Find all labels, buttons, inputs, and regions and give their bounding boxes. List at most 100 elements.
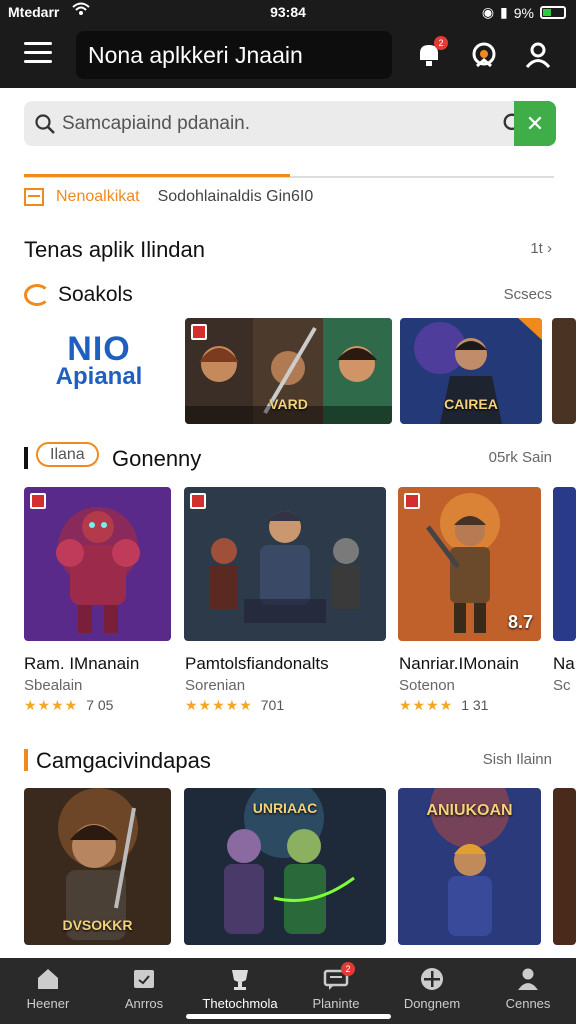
notification-button[interactable]: 2 bbox=[414, 36, 448, 70]
tab-bar: Nenoalkikat Sodohlainaldis Gin6I0 bbox=[24, 186, 313, 208]
art-caption: DVSOKKR bbox=[62, 917, 133, 933]
nav-label: Dongnem bbox=[403, 996, 461, 1011]
nav-label: Cennes bbox=[505, 996, 551, 1011]
home-indicator[interactable] bbox=[186, 1014, 391, 1019]
section-more-label: 1t bbox=[530, 240, 543, 257]
search-bar: ✕ bbox=[24, 101, 556, 146]
section-title: Gonenny bbox=[112, 446, 202, 471]
app-card-image[interactable]: DVSOKKR bbox=[24, 788, 171, 945]
section-more-link[interactable]: Sish Ilainn bbox=[483, 751, 552, 768]
app-card-image[interactable]: ANIUKOAN bbox=[398, 788, 541, 945]
nav-label: Heener bbox=[26, 996, 70, 1011]
featured-icon bbox=[24, 284, 50, 306]
nav-label: Anrros bbox=[124, 996, 164, 1011]
apps-icon bbox=[131, 966, 157, 992]
app-card-image[interactable] bbox=[553, 788, 576, 945]
featured-header: Soakols bbox=[24, 283, 133, 307]
rating-value: 7 05 bbox=[86, 697, 114, 713]
chat-icon: 2 bbox=[323, 962, 355, 992]
nav-profile[interactable]: Cennes bbox=[480, 958, 576, 1024]
app-subtitle: Sc bbox=[553, 677, 571, 694]
chevron-right-icon: › bbox=[547, 240, 552, 257]
featured-banner[interactable]: CAIREA bbox=[400, 318, 542, 424]
app-card-image[interactable] bbox=[24, 487, 171, 641]
app-card-image[interactable]: 8.7 bbox=[398, 487, 541, 641]
tab-indicator bbox=[24, 174, 290, 177]
app-title[interactable]: Nanriar.IMonain bbox=[399, 654, 519, 674]
section-accent bbox=[24, 447, 28, 469]
grid-icon bbox=[24, 188, 44, 206]
app-card-image[interactable]: UNRIAAC bbox=[184, 788, 386, 945]
app-score-badge: 8.7 bbox=[507, 612, 533, 632]
app-top-bar: Mtedarr 93:84 ◉ ▮ 9% Nona aplkkeri Jnaai… bbox=[0, 0, 576, 88]
alarm-icon: ◉ bbox=[481, 4, 495, 20]
app-subtitle: Sorenian bbox=[185, 677, 246, 694]
nav-home[interactable]: Heener bbox=[0, 958, 96, 1024]
trophy-icon bbox=[227, 966, 253, 992]
battery-percent: 9% bbox=[513, 4, 534, 21]
home-icon bbox=[35, 966, 61, 992]
featured-banner[interactable] bbox=[552, 318, 576, 424]
nav-add[interactable]: Dongnem bbox=[384, 958, 480, 1024]
tab-inactive[interactable]: Sodohlainaldis Gin6I0 bbox=[158, 188, 314, 206]
app-rating: ★★★★ 1 31 bbox=[399, 697, 488, 714]
signal-icon: ▮ bbox=[500, 4, 508, 20]
rating-value: 701 bbox=[260, 697, 285, 713]
art-caption: ANIUKOAN bbox=[426, 802, 513, 819]
app-rating: ★★★★★ 701 bbox=[185, 697, 284, 714]
section-accent bbox=[24, 749, 28, 771]
banner-art bbox=[552, 318, 576, 424]
tools-icon: ✕ bbox=[525, 111, 545, 136]
logo-line2: Apianal bbox=[55, 363, 143, 390]
featured-title: Soakols bbox=[58, 283, 133, 306]
filter-button[interactable]: ✕ bbox=[514, 101, 556, 146]
pill-label: Ilana bbox=[36, 442, 99, 467]
gamepad-icon bbox=[472, 42, 496, 68]
plus-icon bbox=[419, 966, 445, 992]
app-badge bbox=[190, 493, 206, 509]
person-icon bbox=[515, 966, 541, 992]
chat-badge: 2 bbox=[341, 962, 355, 976]
gamepad-button[interactable] bbox=[469, 40, 499, 70]
art-caption: UNRIAAC bbox=[252, 800, 318, 816]
star-rating-icon: ★★★★ bbox=[24, 697, 79, 713]
user-icon bbox=[525, 42, 551, 69]
app-title[interactable]: Pamtolsfiandonalts bbox=[185, 654, 329, 674]
app-card-image[interactable] bbox=[553, 487, 576, 641]
banner-badge bbox=[191, 324, 207, 340]
app-badge bbox=[30, 493, 46, 509]
profile-button[interactable] bbox=[523, 40, 553, 70]
app-title[interactable]: Ram. IMnanain bbox=[24, 654, 139, 674]
app-card-image[interactable] bbox=[184, 487, 386, 641]
app-title[interactable]: Na bbox=[553, 654, 576, 674]
search-input[interactable] bbox=[62, 101, 492, 146]
tab-active[interactable]: Nenoalkikat bbox=[56, 188, 140, 206]
app-subtitle: Sotenon bbox=[399, 677, 455, 694]
banner-caption: CAIREA bbox=[444, 396, 498, 412]
featured-banner[interactable]: VARD bbox=[185, 318, 392, 424]
section-more-link[interactable]: 05rk Sain bbox=[489, 449, 552, 466]
banner-caption: VARD bbox=[269, 396, 308, 412]
rating-value: 1 31 bbox=[461, 697, 489, 713]
status-right: ◉ ▮ 9% bbox=[482, 4, 566, 21]
featured-more[interactable]: Scsecs bbox=[504, 286, 552, 303]
nav-label: Planinte bbox=[312, 996, 360, 1011]
app-badge bbox=[404, 493, 420, 509]
app-rating: ★★★★ 7 05 bbox=[24, 697, 113, 714]
section-title: Tenas aplik Ilindan bbox=[24, 237, 206, 262]
section-pill[interactable]: Ilana bbox=[36, 442, 99, 467]
page-title: Nona aplkkeri Jnaain bbox=[76, 31, 392, 79]
nav-label: Thetochmola bbox=[202, 996, 278, 1011]
menu-button[interactable] bbox=[24, 42, 52, 66]
star-rating-icon: ★★★★ bbox=[399, 697, 454, 713]
section-more-link[interactable]: 1t › bbox=[530, 240, 552, 257]
notification-badge: 2 bbox=[434, 36, 448, 50]
section-title: Camgacivindapas bbox=[36, 748, 211, 773]
search-icon bbox=[35, 114, 55, 134]
nav-apps[interactable]: Anrros bbox=[96, 958, 192, 1024]
star-rating-icon: ★★★★★ bbox=[185, 697, 253, 713]
brand-logo: NIO Apianal bbox=[40, 330, 158, 400]
menu-icon bbox=[24, 42, 52, 45]
app-subtitle: Sbealain bbox=[24, 677, 83, 694]
status-bar: Mtedarr 93:84 ◉ ▮ 9% bbox=[0, 0, 576, 26]
